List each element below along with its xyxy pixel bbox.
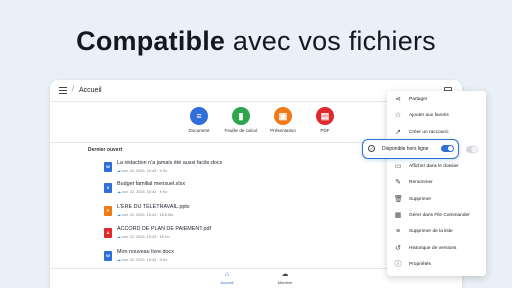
check-circle-icon: ✓ [368, 145, 375, 152]
docx-file-icon: W [104, 251, 112, 261]
menu-item-share[interactable]: ⋖ Partager [387, 94, 486, 107]
remove-from-list-icon: ≡ [395, 228, 401, 235]
file-commander-icon: ▦ [394, 212, 402, 219]
file-row[interactable]: X Budget familial mensuel.xlsx ☁ nov. 22… [104, 181, 304, 199]
file-name: Budget familial mensuel.xlsx [117, 181, 186, 187]
cloud-icon: ☁ [117, 213, 121, 217]
cloud-icon: ☁ [117, 235, 121, 239]
menu-item-label: Ajouter aux favoris [409, 113, 449, 118]
file-row[interactable]: W La rédaction n'a jamais été aussi faci… [104, 160, 304, 178]
docx-file-icon: W [104, 162, 112, 172]
pptx-file-icon: P [104, 206, 112, 216]
file-row[interactable]: A ACCORD DE PLAN DE PAIEMENT.pdf ☁ nov. … [104, 226, 304, 244]
cloud-icon: ☁ [117, 169, 121, 173]
menu-item-favorite[interactable]: ☆ Ajouter aux favoris [387, 110, 486, 123]
file-meta: ☁ nov. 22, 2024, 10:43 · 9 Ko [117, 169, 168, 173]
home-icon: ⌂ [224, 271, 230, 278]
file-meta: ☁ nov. 22, 2024, 10:43 · 9 Ko [117, 258, 168, 262]
action-label: PDF [320, 128, 330, 133]
menu-item-version-history[interactable]: ↺ Historique de versions [387, 243, 486, 256]
nav-member[interactable]: ☁ Membre [265, 271, 305, 285]
menu-item-properties[interactable]: ⓘ Propriétés [387, 259, 486, 272]
file-row[interactable]: W Mon nouveau livre.docx ☁ nov. 22, 2024… [104, 249, 304, 267]
hamburger-menu-icon[interactable] [59, 87, 67, 94]
headline: Compatible avec vos fichiers [0, 26, 512, 57]
menu-item-label: Propriétés [409, 262, 431, 267]
menu-item-label: Supprimer de la liste [409, 229, 453, 234]
new-presentation-button[interactable]: ▣ Présentation [262, 107, 304, 133]
file-row[interactable]: P L'ÈRE DU TÉLÉTRAVAIL.pptx ☁ nov. 22, 2… [104, 204, 304, 222]
star-icon: ☆ [394, 112, 402, 119]
new-pdf-button[interactable]: ▤ PDF [304, 107, 346, 133]
file-meta: ☁ nov. 22, 2024, 10:43 · 18.6 Mo [117, 213, 174, 217]
file-name: Mon nouveau livre.docx [117, 249, 174, 255]
menu-item-label: Gérer dans File Commander [409, 213, 470, 218]
menu-item-label: Historique de versions [409, 246, 457, 251]
menu-item-label: Créer un raccourci [409, 130, 449, 135]
new-document-button[interactable]: ≡ Document [178, 107, 220, 133]
context-menu: ⋖ Partager ☆ Ajouter aux favoris ↗ Créer… [387, 91, 486, 276]
nav-home[interactable]: ⌂ Accueil [207, 271, 247, 285]
offline-toggle[interactable] [441, 145, 454, 152]
spreadsheet-icon: ▮ [232, 107, 250, 125]
file-meta: ☁ nov. 22, 2024, 10:43 · 15 Ko [117, 235, 170, 239]
file-name: La rédaction n'a jamais été aussi facile… [117, 160, 223, 166]
file-meta: ☁ nov. 22, 2024, 10:43 · 9 Ko [117, 190, 168, 194]
page-title: Accueil [79, 87, 102, 94]
create-actions: ≡ Document ▮ Feuille de calcul ▣ Présent… [178, 107, 348, 137]
offline-available-item[interactable]: ✓ Disponible hors ligne [362, 139, 459, 159]
menu-item-label: Partager [409, 97, 428, 102]
cloud-icon: ☁ [281, 271, 289, 278]
share-icon: ⋖ [395, 96, 401, 103]
recent-section-title: Dernier ouvert [88, 147, 123, 153]
offline-toggle-background [466, 146, 478, 153]
action-label: Feuille de calcul [224, 128, 258, 133]
breadcrumb-separator: / [72, 84, 75, 93]
menu-item-label: Renommer [409, 180, 433, 185]
history-icon: ↺ [395, 245, 401, 252]
xlsx-file-icon: X [104, 183, 112, 193]
new-spreadsheet-button[interactable]: ▮ Feuille de calcul [220, 107, 262, 133]
action-label: Document [188, 128, 210, 133]
document-icon: ≡ [190, 107, 208, 125]
offline-label: Disponible hors ligne [382, 146, 429, 152]
headline-bold: Compatible [76, 26, 226, 56]
file-name: L'ÈRE DU TÉLÉTRAVAIL.pptx [117, 204, 190, 210]
pdf-icon: ▤ [316, 107, 334, 125]
presentation-icon: ▣ [274, 107, 292, 125]
menu-item-rename[interactable]: ✎ Renommer [387, 177, 486, 190]
file-name: ACCORD DE PLAN DE PAIEMENT.pdf [117, 226, 211, 232]
menu-item-file-commander[interactable]: ▦ Gérer dans File Commander [387, 210, 486, 223]
headline-rest: avec vos fichiers [225, 26, 436, 56]
rename-icon: ✎ [395, 179, 401, 186]
action-label: Présentation [270, 128, 296, 133]
pdf-file-icon: A [104, 228, 112, 238]
menu-item-delete[interactable]: 🗑 Supprimer [387, 194, 486, 207]
menu-item-show-in-folder[interactable]: ▭ Afficher dans le dossier [387, 161, 486, 174]
menu-item-remove-from-list[interactable]: ≡ Supprimer de la liste [387, 226, 486, 239]
menu-item-label: Supprimer [409, 197, 432, 202]
menu-item-label: Afficher dans le dossier [409, 164, 459, 169]
trash-icon: 🗑 [394, 196, 403, 203]
cloud-icon: ☁ [117, 258, 121, 262]
shortcut-icon: ↗ [395, 129, 401, 136]
nav-label: Accueil [220, 280, 234, 285]
cloud-icon: ☁ [117, 190, 121, 194]
nav-label: Membre [277, 280, 293, 285]
info-icon: ⓘ [394, 261, 402, 268]
folder-icon: ▭ [394, 163, 402, 170]
